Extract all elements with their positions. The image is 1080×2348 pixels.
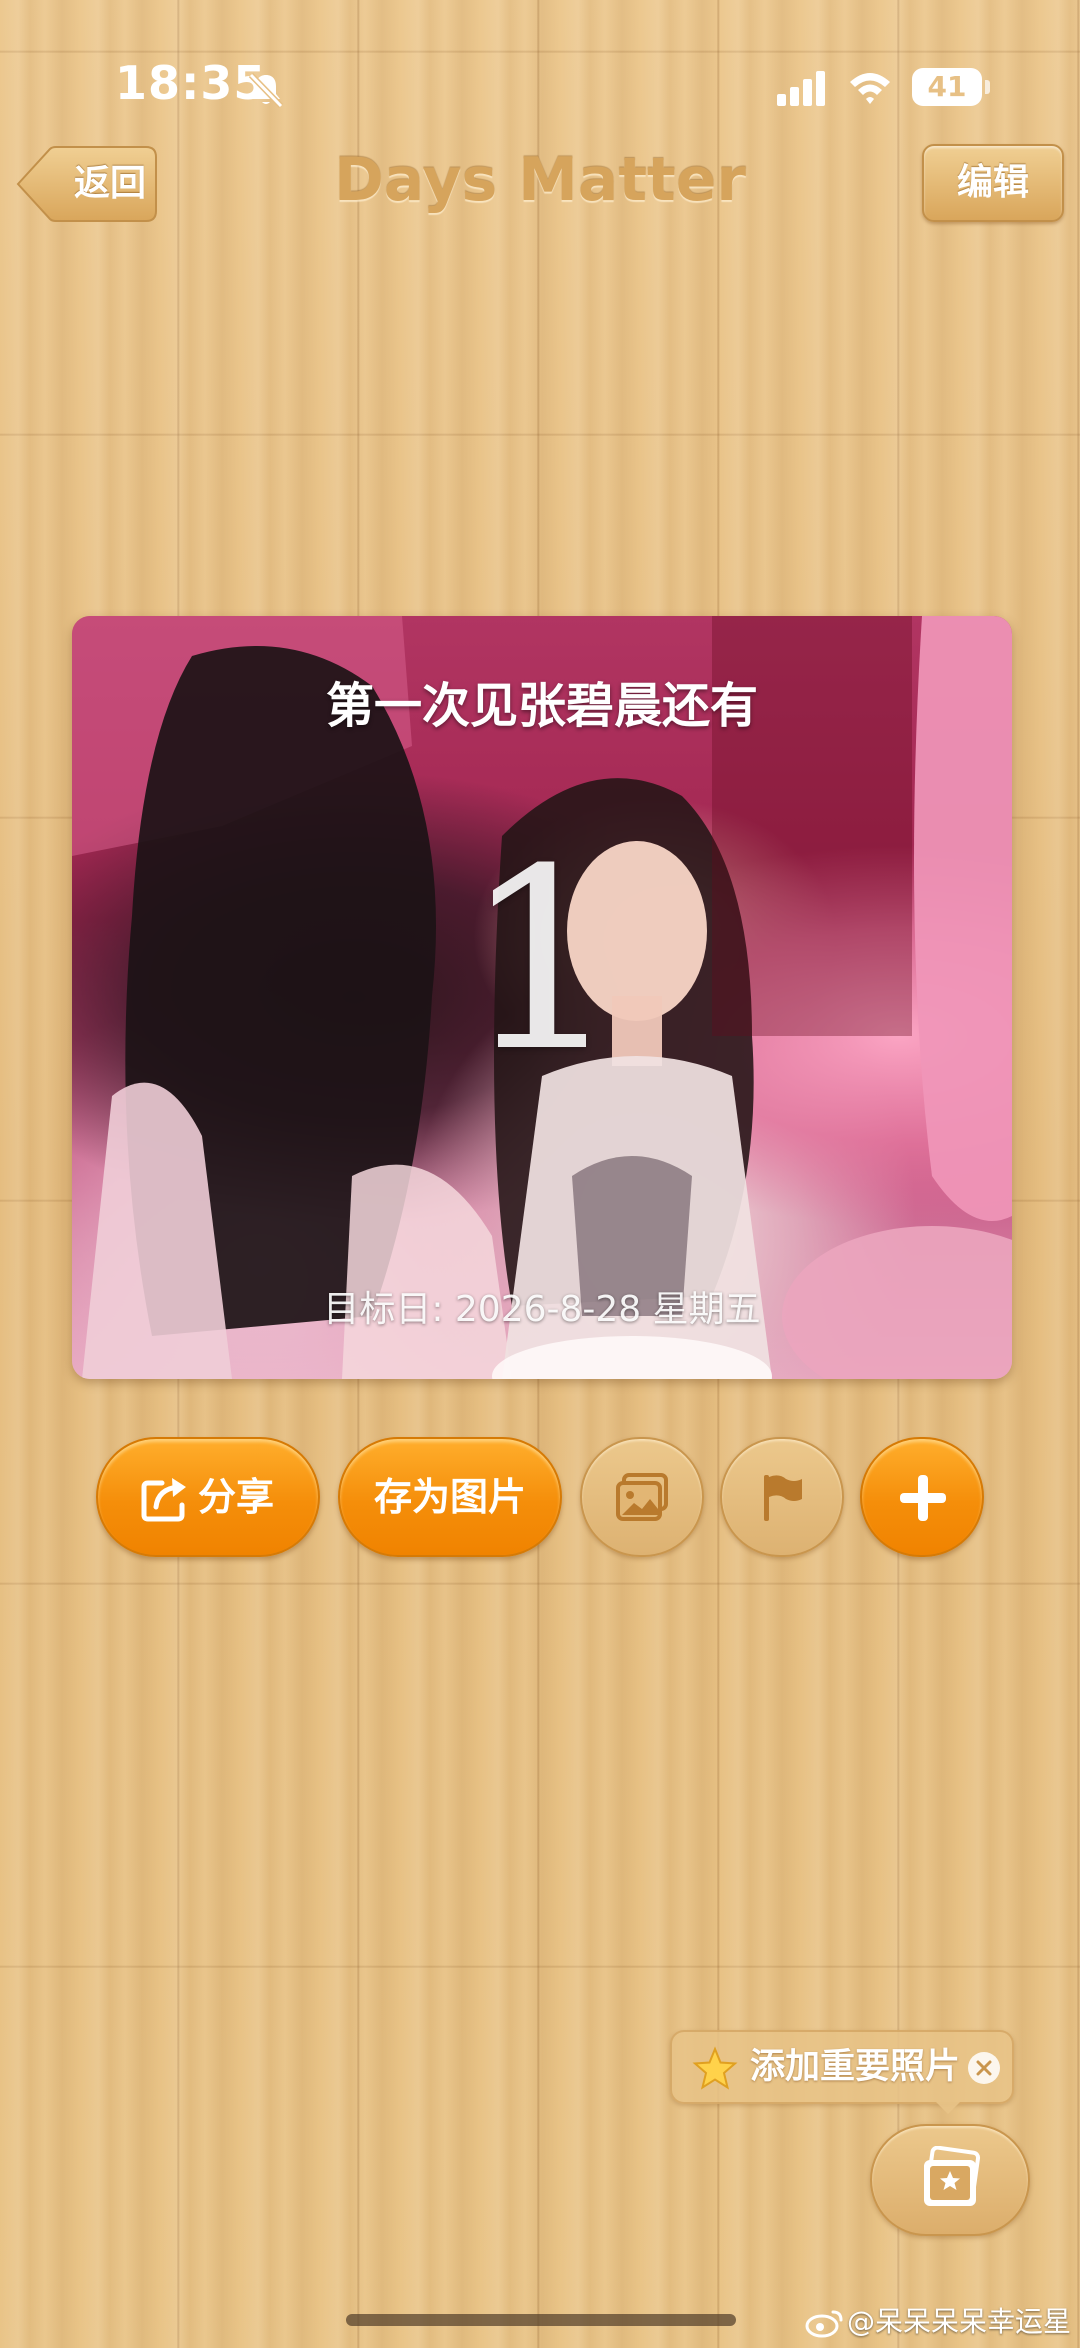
photo-gallery-icon — [616, 1473, 668, 1521]
flag-button[interactable] — [720, 1437, 844, 1557]
flag-icon — [764, 1475, 802, 1521]
share-icon — [141, 1478, 186, 1522]
weibo-icon — [805, 2310, 843, 2338]
bell-slash-icon — [248, 72, 284, 109]
back-button[interactable]: 返回 — [16, 146, 158, 222]
target-date: 目标日: 2026-8-28 星期五 — [323, 1289, 761, 1330]
change-photo-button[interactable] — [580, 1437, 704, 1557]
close-x-icon — [976, 2060, 992, 2076]
watermark: @呆呆呆呆幸运星 — [805, 2302, 1075, 2342]
add-event-button[interactable] — [860, 1437, 984, 1557]
add-photo-tip[interactable]: 添加重要照片 — [670, 2030, 1014, 2104]
edit-button[interactable]: 编辑 — [922, 144, 1064, 222]
important-photos-button[interactable] — [870, 2124, 1030, 2236]
event-title: 第一次见张碧晨还有 — [325, 678, 758, 734]
star-icon — [692, 2046, 738, 2090]
battery-level: 41 — [927, 70, 967, 103]
share-button[interactable]: 分享 — [96, 1437, 320, 1557]
back-label: 返回 — [73, 163, 146, 204]
wifi-icon — [850, 73, 890, 104]
status-time: 18:35 — [115, 56, 267, 110]
photo-album-icon — [924, 2146, 981, 2206]
day-count: 1 — [462, 815, 622, 1106]
battery-icon: 41 — [912, 68, 982, 106]
battery-tip — [985, 80, 990, 94]
tip-pointer — [936, 2102, 960, 2114]
page-title: Days Matter — [333, 145, 746, 215]
close-icon[interactable] — [968, 2052, 1000, 2084]
tip-label: 添加重要照片 — [750, 2047, 961, 2087]
home-indicator[interactable] — [346, 2314, 736, 2326]
watermark-text: @呆呆呆呆幸运星 — [847, 2305, 1072, 2338]
share-label: 分享 — [198, 1475, 275, 1519]
plus-icon — [900, 1475, 946, 1521]
save-as-image-button[interactable]: 存为图片 — [338, 1437, 562, 1557]
status-bar: 18:35 41 — [0, 0, 1080, 140]
event-card[interactable]: 第一次见张碧晨还有 1 目标日: 2026-8-28 星期五 — [72, 616, 1012, 1379]
signal-icon — [777, 71, 825, 106]
